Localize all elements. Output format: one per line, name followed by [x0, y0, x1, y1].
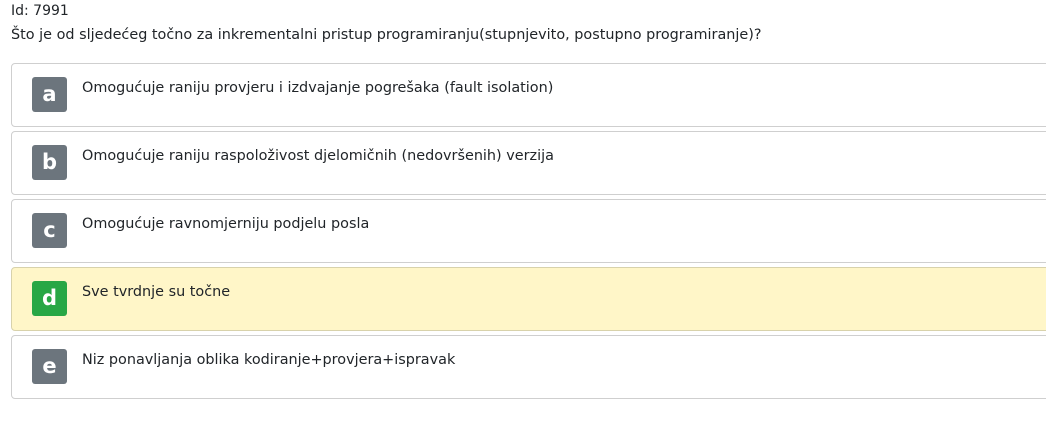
answer-option-e[interactable]: e Niz ponavljanja oblika kodiranje+provj…	[11, 335, 1046, 399]
question-id: Id: 7991	[11, 3, 69, 19]
answer-list: a Omogućuje raniju provjeru i izdvajanje…	[11, 63, 1046, 403]
answer-text: Omogućuje raniju raspoloživost djelomičn…	[82, 148, 554, 164]
answer-text: Sve tvrdnje su točne	[82, 284, 231, 300]
answer-text: Omogućuje ravnomjerniju podjelu posla	[82, 216, 370, 232]
answer-option-b[interactable]: b Omogućuje raniju raspoloživost djelomi…	[11, 131, 1046, 195]
answer-letter-badge: a	[32, 77, 67, 112]
question-text: Što je od sljedećeg točno za inkremental…	[11, 27, 762, 43]
answer-letter-badge: d	[32, 281, 67, 316]
answer-option-c[interactable]: c Omogućuje ravnomjerniju podjelu posla	[11, 199, 1046, 263]
answer-letter-badge: e	[32, 349, 67, 384]
answer-letter-badge: c	[32, 213, 67, 248]
answer-letter-badge: b	[32, 145, 67, 180]
answer-option-d[interactable]: d Sve tvrdnje su točne	[11, 267, 1046, 331]
answer-text: Omogućuje raniju provjeru i izdvajanje p…	[82, 80, 554, 96]
answer-text: Niz ponavljanja oblika kodiranje+provjer…	[82, 352, 456, 368]
answer-option-a[interactable]: a Omogućuje raniju provjeru i izdvajanje…	[11, 63, 1046, 127]
